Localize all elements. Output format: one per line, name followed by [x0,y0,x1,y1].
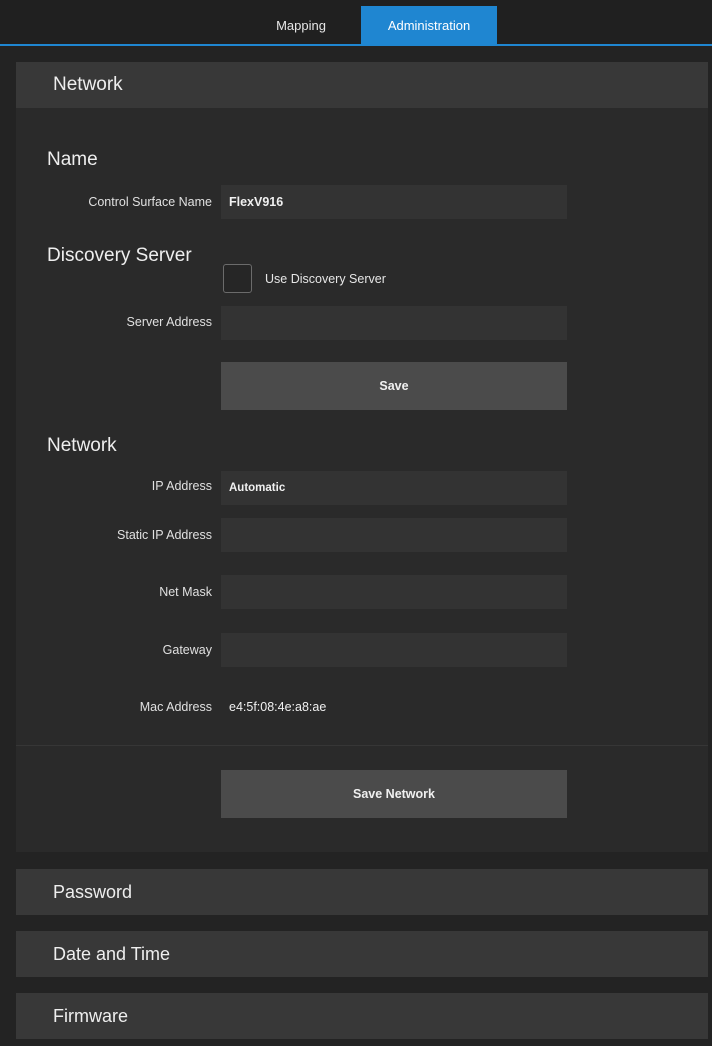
static-ip-address-field[interactable] [221,518,567,552]
mac-address-label: Mac Address [139,700,212,714]
net-mask-label: Net Mask [159,585,212,599]
static-ip-address-label: Static IP Address [117,528,212,542]
firmware-panel-header[interactable]: Firmware [16,993,708,1039]
tab-administration[interactable]: Administration [361,6,497,44]
save-network-button[interactable]: Save Network [221,770,567,818]
name-section-title: Name [47,149,98,170]
top-tab-bar: Mapping Administration [0,0,712,46]
discovery-server-section-title: Discovery Server [47,245,192,266]
ip-address-label: IP Address [151,479,212,493]
use-discovery-server-label: Use Discovery Server [265,272,386,286]
tab-mapping[interactable]: Mapping [246,6,356,44]
network-section-title: Network [47,435,117,456]
net-mask-field[interactable] [221,575,567,609]
server-address-label: Server Address [126,315,212,329]
network-panel: Network Name Control Surface Name FlexV9… [16,62,708,852]
ip-address-select[interactable]: Automatic [221,471,567,505]
gateway-label: Gateway [162,643,212,657]
server-address-field[interactable] [221,306,567,340]
control-surface-name-field[interactable]: FlexV916 [221,185,567,219]
mac-address-value: e4:5f:08:4e:a8:ae [229,700,327,714]
save-button[interactable]: Save [221,362,567,410]
network-panel-header[interactable]: Network [16,62,708,108]
section-divider [16,745,708,746]
use-discovery-server-checkbox[interactable] [223,264,252,293]
control-surface-name-label: Control Surface Name [88,195,212,209]
date-and-time-panel-header[interactable]: Date and Time [16,931,708,977]
password-panel-header[interactable]: Password [16,869,708,915]
gateway-field[interactable] [221,633,567,667]
